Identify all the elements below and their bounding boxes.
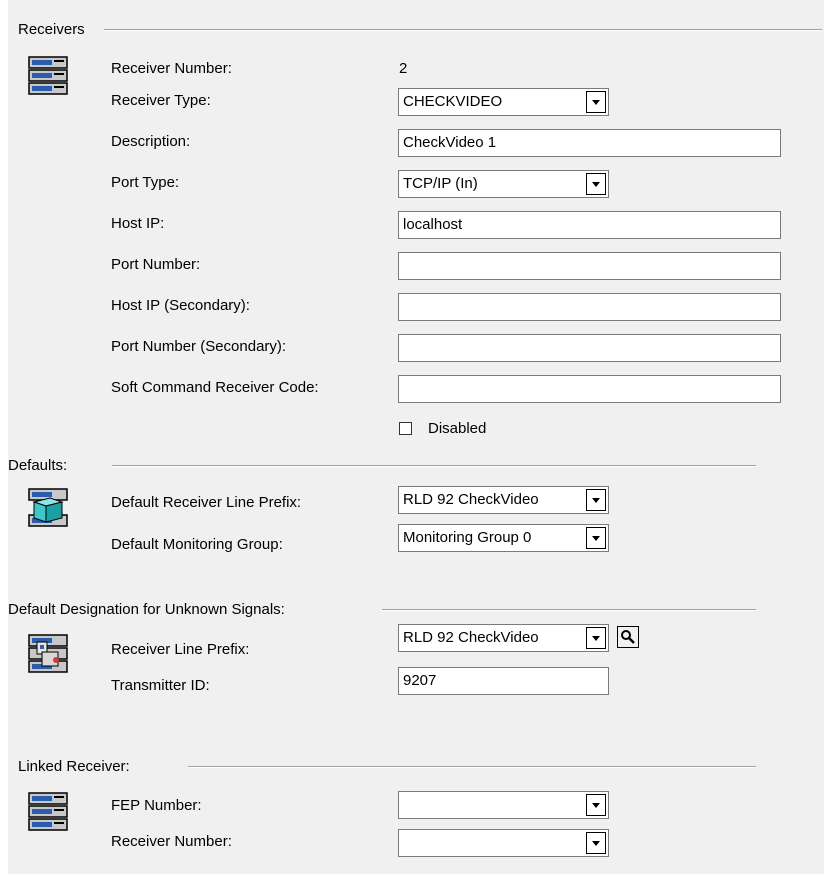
disabled-label: Disabled [428,420,487,437]
linked-receiver-group-title: Linked Receiver: [18,758,130,775]
host-ip-field[interactable]: localhost [398,211,781,239]
receiver-number-label: Receiver Number: [111,60,232,77]
host-ip-secondary-field[interactable] [398,293,781,321]
chevron-down-icon[interactable] [586,527,606,549]
description-field[interactable]: CheckVideo 1 [398,129,781,157]
receiver-type-dropdown[interactable]: CHECKVIDEO [398,88,609,116]
unknown-signals-group-divider [382,609,756,611]
port-type-label: Port Type: [111,174,180,191]
chevron-down-icon[interactable] [586,489,606,511]
default-line-prefix-label: Default Receiver Line Prefix: [111,494,302,511]
receiver-type-value: CHECKVIDEO [403,93,503,110]
chevron-down-icon[interactable] [586,173,606,195]
server-locked-icon [28,634,68,673]
chevron-down-icon[interactable] [586,832,606,854]
server-package-icon [28,488,68,527]
linked-receiver-number-dropdown[interactable] [398,829,609,857]
defaults-group-divider [112,465,756,467]
port-number-label: Port Number: [111,256,201,273]
default-line-prefix-dropdown[interactable]: RLD 92 CheckVideo [398,486,609,514]
receiver-type-label: Receiver Type: [111,92,211,109]
default-monitoring-group-label: Default Monitoring Group: [111,536,283,553]
disabled-checkbox[interactable] [399,422,412,435]
receivers-group-divider [104,29,822,31]
description-label: Description: [111,133,191,150]
receiver-number-value: 2 [399,60,408,77]
port-number-field[interactable] [398,252,781,280]
receiver-line-prefix-label: Receiver Line Prefix: [111,641,250,658]
fep-number-dropdown[interactable] [398,791,609,819]
default-monitoring-group-dropdown[interactable]: Monitoring Group 0 [398,524,609,552]
receivers-group-title: Receivers [18,21,85,38]
port-type-value: TCP/IP (In) [403,175,478,192]
chevron-down-icon[interactable] [586,794,606,816]
linked-receiver-group-divider [188,766,756,768]
fep-number-label: FEP Number: [111,797,202,814]
receiver-settings-panel: Receivers Receiver Number: 2 Receiver Ty… [8,0,824,874]
receiver-line-prefix-value: RLD 92 CheckVideo [403,629,539,646]
default-line-prefix-value: RLD 92 CheckVideo [403,491,539,508]
port-type-dropdown[interactable]: TCP/IP (In) [398,170,609,198]
chevron-down-icon[interactable] [586,91,606,113]
search-icon [621,630,635,644]
unknown-signals-group-title: Default Designation for Unknown Signals: [8,601,285,618]
transmitter-id-field[interactable]: 9207 [398,667,609,695]
soft-command-label: Soft Command Receiver Code: [111,379,319,396]
chevron-down-icon[interactable] [586,627,606,649]
host-ip-secondary-label: Host IP (Secondary): [111,297,250,314]
defaults-group-title: Defaults: [8,457,68,474]
soft-command-field[interactable] [398,375,781,403]
port-number-secondary-field[interactable] [398,334,781,362]
search-button[interactable] [617,626,639,648]
receiver-line-prefix-dropdown[interactable]: RLD 92 CheckVideo [398,624,609,652]
host-ip-label: Host IP: [111,215,165,232]
linked-receiver-number-label: Receiver Number: [111,833,232,850]
default-monitoring-group-value: Monitoring Group 0 [403,529,532,546]
port-number-secondary-label: Port Number (Secondary): [111,338,287,355]
server-rack-icon [28,56,68,95]
server-rack-icon [28,792,68,831]
transmitter-id-label: Transmitter ID: [111,677,210,694]
